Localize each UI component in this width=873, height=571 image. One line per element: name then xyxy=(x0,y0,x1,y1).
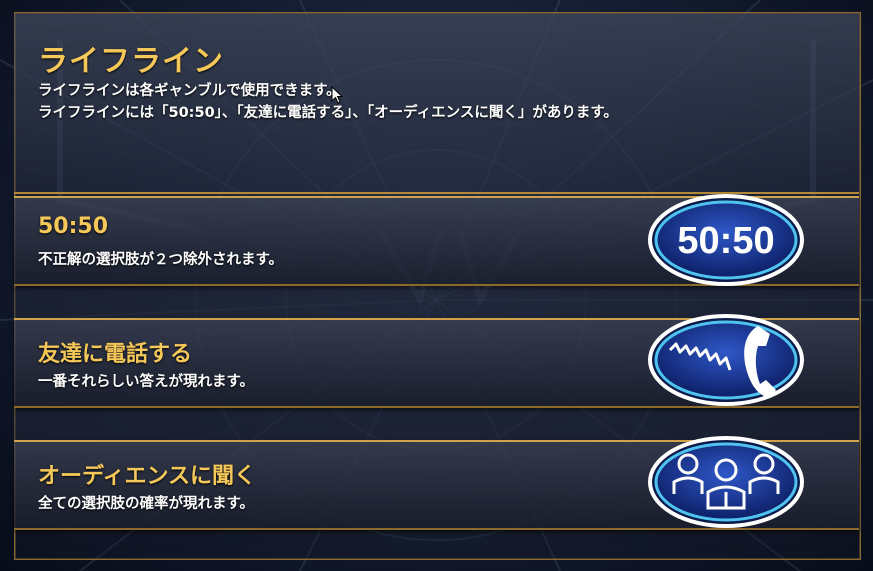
header-description-line-2: ライフラインには「50:50」、「友達に電話する」、「オーディエンスに聞く」があ… xyxy=(38,105,618,121)
lifeline-help-screen: ライフライン ライフラインは各ギャンブルで使用できます。 ライフラインには「50… xyxy=(0,0,873,571)
mouse-cursor-icon xyxy=(331,86,344,104)
phone-a-friend-icon xyxy=(648,314,804,406)
lifeline-description: 一番それらしい答えが現れます。 xyxy=(38,374,255,390)
page-title: ライフライン xyxy=(38,44,224,79)
lifeline-description: 不正解の選択肢が２つ除外されます。 xyxy=(38,252,284,268)
lifeline-row-ask-the-audience[interactable]: オーディエンスに聞く 全ての選択肢の確率が現れます。 xyxy=(14,436,859,530)
lifeline-description: 全ての選択肢の確率が現れます。 xyxy=(38,496,255,512)
fifty-fifty-icon: 50:50 xyxy=(648,194,804,286)
lifeline-row-fifty-fifty[interactable]: 50:50 不正解の選択肢が２つ除外されます。 50:50 xyxy=(14,194,859,286)
ask-the-audience-icon xyxy=(648,436,804,528)
header-description-line-1: ライフラインは各ギャンブルで使用できます。 xyxy=(38,83,341,99)
lifeline-title: オーディエンスに聞く xyxy=(38,464,257,489)
lifeline-row-phone-a-friend[interactable]: 友達に電話する 一番それらしい答えが現れます。 xyxy=(14,314,859,408)
lifeline-title: 50:50 xyxy=(38,214,109,239)
lifeline-header: ライフライン ライフラインは各ギャンブルで使用できます。 ライフラインには「50… xyxy=(14,14,859,194)
header-description: ライフラインは各ギャンブルで使用できます。 ライフラインには「50:50」、「友… xyxy=(38,80,618,124)
lifeline-title: 友達に電話する xyxy=(38,342,193,367)
badge-label: 50:50 xyxy=(677,220,774,262)
